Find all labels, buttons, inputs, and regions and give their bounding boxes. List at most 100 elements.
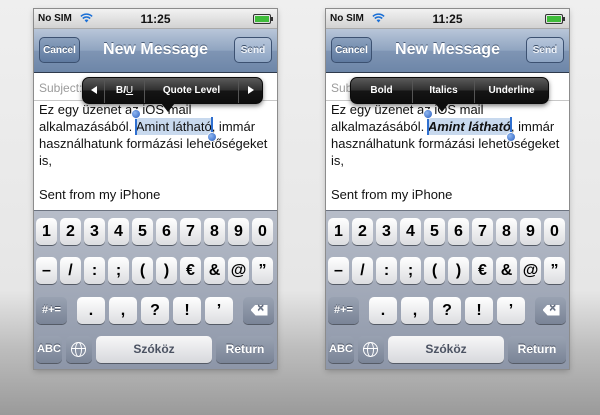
key-2[interactable]: 2 xyxy=(60,218,81,245)
key-symbol-6[interactable]: ) xyxy=(448,257,469,284)
key-3[interactable]: 3 xyxy=(84,218,105,245)
globe-key[interactable] xyxy=(66,336,92,363)
signature: Sent from my iPhone xyxy=(331,187,453,202)
key-symbol-10[interactable]: ” xyxy=(544,257,565,284)
return-key[interactable]: Return xyxy=(216,336,274,363)
key-punct-5[interactable]: ’ xyxy=(205,297,233,324)
abc-key[interactable]: ABC xyxy=(328,336,354,363)
key-6[interactable]: 6 xyxy=(448,218,469,245)
key-5[interactable]: 5 xyxy=(132,218,153,245)
edit-menu-popup: BIU Quote Level xyxy=(82,77,263,112)
body-line-2-end: , immár xyxy=(211,119,256,134)
body-line-2: alkalmazásából. Amint látható, immár xyxy=(39,110,271,141)
key-9[interactable]: 9 xyxy=(520,218,541,245)
selected-text[interactable]: Amint látható xyxy=(135,119,212,134)
key-1[interactable]: 1 xyxy=(36,218,57,245)
globe-icon xyxy=(363,341,378,357)
selected-text-bold-italic[interactable]: Amint látható xyxy=(427,119,511,134)
key-punct-2[interactable]: , xyxy=(109,297,137,324)
popup-pointer xyxy=(161,103,175,112)
menu-next-button[interactable] xyxy=(239,78,262,103)
more-symbols-key[interactable]: #+= xyxy=(328,297,359,324)
arrow-left-icon xyxy=(90,86,97,95)
abc-key[interactable]: ABC xyxy=(36,336,62,363)
key-3[interactable]: 3 xyxy=(376,218,397,245)
status-time: 11:25 xyxy=(432,12,463,26)
key-7[interactable]: 7 xyxy=(472,218,493,245)
key-symbol-3[interactable]: : xyxy=(376,257,397,284)
space-key[interactable]: Szóköz xyxy=(96,336,212,363)
globe-key[interactable] xyxy=(358,336,384,363)
format-menu-popup: Bold Italics Underline xyxy=(350,77,549,112)
body-line-3: használhatunk formázási lehetőségeket is… xyxy=(331,136,560,168)
key-9[interactable]: 9 xyxy=(228,218,249,245)
key-symbol-1[interactable]: – xyxy=(36,257,57,284)
space-key[interactable]: Szóköz xyxy=(388,336,504,363)
quote-level-button[interactable]: Quote Level xyxy=(145,78,239,103)
key-symbol-9[interactable]: @ xyxy=(520,257,541,284)
menu-prev-button[interactable] xyxy=(83,78,105,103)
body-line-2: alkalmazásából. Amint látható, immár xyxy=(331,110,563,141)
key-symbol-7[interactable]: € xyxy=(472,257,493,284)
key-symbol-6[interactable]: ) xyxy=(156,257,177,284)
key-punct-2[interactable]: , xyxy=(401,297,429,324)
signature: Sent from my iPhone xyxy=(39,187,161,202)
key-4[interactable]: 4 xyxy=(400,218,421,245)
key-symbol-5[interactable]: ( xyxy=(132,257,153,284)
return-key[interactable]: Return xyxy=(508,336,566,363)
body-line-2-start: alkalmazásából. xyxy=(39,119,136,134)
key-4[interactable]: 4 xyxy=(108,218,129,245)
body-line-2-end: , immár xyxy=(510,119,555,134)
body-line-2-start: alkalmazásából. xyxy=(331,119,428,134)
key-symbol-8[interactable]: & xyxy=(496,257,517,284)
key-punct-4[interactable]: ! xyxy=(465,297,493,324)
italics-button[interactable]: Italics xyxy=(413,78,475,103)
key-symbol-9[interactable]: @ xyxy=(228,257,249,284)
format-biu-button[interactable]: BIU xyxy=(105,78,145,103)
send-button[interactable]: Send xyxy=(526,37,564,63)
key-symbol-2[interactable]: / xyxy=(60,257,81,284)
key-symbol-3[interactable]: : xyxy=(84,257,105,284)
key-punct-3[interactable]: ? xyxy=(141,297,169,324)
key-symbol-5[interactable]: ( xyxy=(424,257,445,284)
key-symbol-4[interactable]: ; xyxy=(400,257,421,284)
key-1[interactable]: 1 xyxy=(328,218,349,245)
subject-label: Subject: xyxy=(39,81,83,95)
key-punct-4[interactable]: ! xyxy=(173,297,201,324)
key-symbol-8[interactable]: & xyxy=(204,257,225,284)
status-bar: No SIM 11:25 xyxy=(326,9,569,29)
key-symbol-2[interactable]: / xyxy=(352,257,373,284)
key-symbol-4[interactable]: ; xyxy=(108,257,129,284)
bold-button[interactable]: Bold xyxy=(351,78,413,103)
battery-icon xyxy=(545,14,565,24)
key-symbol-1[interactable]: – xyxy=(328,257,349,284)
message-body[interactable]: Ez egy üzenet az iOS mail alkalmazásából… xyxy=(331,101,563,203)
key-8[interactable]: 8 xyxy=(496,218,517,245)
delete-key[interactable] xyxy=(243,297,274,324)
key-7[interactable]: 7 xyxy=(180,218,201,245)
key-punct-1[interactable]: . xyxy=(77,297,105,324)
message-body[interactable]: Ez egy üzenet az iOS mail alkalmazásából… xyxy=(39,101,271,203)
key-8[interactable]: 8 xyxy=(204,218,225,245)
key-10[interactable]: 0 xyxy=(252,218,273,245)
nav-bar: Cancel New Message Send xyxy=(326,29,569,73)
key-2[interactable]: 2 xyxy=(352,218,373,245)
send-button[interactable]: Send xyxy=(234,37,272,63)
key-6[interactable]: 6 xyxy=(156,218,177,245)
underline-button[interactable]: Underline xyxy=(475,78,548,103)
status-bar: No SIM 11:25 xyxy=(34,9,277,29)
body-line-3: használhatunk formázási lehetőségeket is… xyxy=(39,136,268,168)
more-symbols-key[interactable]: #+= xyxy=(36,297,67,324)
key-5[interactable]: 5 xyxy=(424,218,445,245)
keyboard: 1234567890 –/:;()€&@” #+=.,?!’ ABC SzóközRet… xyxy=(34,210,277,369)
key-symbol-7[interactable]: € xyxy=(180,257,201,284)
key-10[interactable]: 0 xyxy=(544,218,565,245)
key-punct-1[interactable]: . xyxy=(369,297,397,324)
key-punct-3[interactable]: ? xyxy=(433,297,461,324)
key-symbol-10[interactable]: ” xyxy=(252,257,273,284)
key-punct-5[interactable]: ’ xyxy=(497,297,525,324)
nav-bar: Cancel New Message Send xyxy=(34,29,277,73)
underline-glyph: U xyxy=(125,85,134,96)
status-time: 11:25 xyxy=(140,12,171,26)
delete-key[interactable] xyxy=(535,297,566,324)
